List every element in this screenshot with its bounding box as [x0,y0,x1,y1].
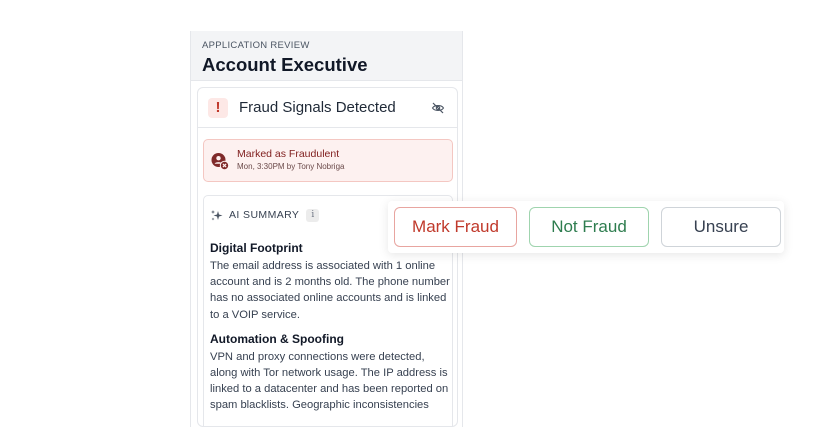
decision-actions-bar: Mark Fraud Not Fraud Unsure [388,201,784,253]
section-title: Automation & Spoofing [210,331,344,346]
ai-summary-label: AI SUMMARY [229,209,300,221]
mark-fraud-button[interactable]: Mark Fraud [394,207,517,247]
eye-off-icon[interactable] [431,101,445,115]
panel-header: APPLICATION REVIEW Account Executive [191,31,462,81]
section-body: The email address is associated with 1 o… [210,260,450,321]
fraud-signals-title: Fraud Signals Detected [239,99,396,116]
fraud-signals-header: ! Fraud Signals Detected [198,88,457,128]
marked-title: Marked as Fraudulent [237,148,340,160]
marked-timestamp: Mon, 3:30PM by Tony Nobriga [237,162,345,171]
sparkle-icon [210,209,223,222]
section-eyebrow: APPLICATION REVIEW [202,40,310,51]
info-icon[interactable]: i [306,208,320,222]
user-flagged-icon [211,152,230,170]
marked-fraudulent-banner: Marked as Fraudulent Mon, 3:30PM by Tony… [203,139,453,182]
marked-text: Marked as Fraudulent Mon, 3:30PM by Tony… [237,148,344,173]
page-title: Account Executive [202,54,368,75]
not-fraud-button[interactable]: Not Fraud [529,207,649,247]
fraud-signals-card: ! Fraud Signals Detected Marked as Fraud… [197,87,458,427]
section-body: VPN and proxy connections were detected,… [210,350,449,412]
unsure-button[interactable]: Unsure [661,207,781,247]
alert-icon: ! [208,97,228,118]
